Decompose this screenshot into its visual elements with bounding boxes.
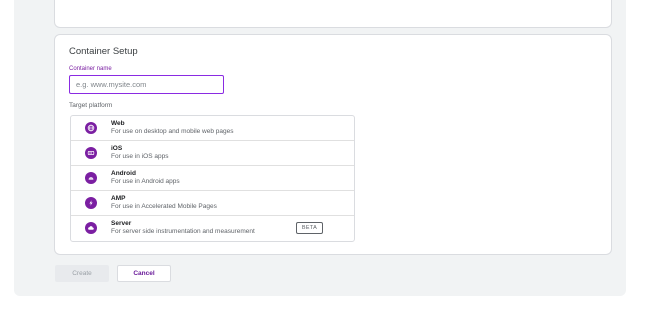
create-button[interactable]: Create — [55, 265, 109, 282]
globe-icon — [85, 122, 97, 134]
container-name-label: Container name — [69, 66, 112, 72]
platform-description: For use in iOS apps — [111, 153, 169, 160]
platform-name: Android — [111, 170, 136, 177]
container-setup-card: Container Setup Container name Target pl… — [54, 34, 612, 255]
amp-bolt-icon — [85, 197, 97, 209]
platform-description: For server side instrumentation and meas… — [111, 228, 255, 235]
platform-option-server[interactable]: Server For server side instrumentation a… — [71, 216, 354, 241]
platform-name: AMP — [111, 195, 126, 202]
previous-card — [54, 0, 612, 28]
platform-name: Server — [111, 220, 132, 227]
beta-badge: BETA — [296, 222, 323, 234]
platform-description: For use in Accelerated Mobile Pages — [111, 203, 217, 210]
platform-option-amp[interactable]: AMP For use in Accelerated Mobile Pages — [71, 191, 354, 216]
cancel-button[interactable]: Cancel — [117, 265, 171, 282]
android-icon — [85, 172, 97, 184]
platform-description: For use on desktop and mobile web pages — [111, 128, 234, 135]
platform-option-web[interactable]: Web For use on desktop and mobile web pa… — [71, 116, 354, 141]
platform-option-ios[interactable]: iOS For use in iOS apps — [71, 141, 354, 166]
platform-name: Web — [111, 120, 125, 127]
platform-list: Web For use on desktop and mobile web pa… — [70, 115, 355, 242]
platform-name: iOS — [111, 145, 123, 152]
container-name-input[interactable] — [69, 75, 224, 94]
target-platform-label: Target platform — [69, 102, 113, 109]
platform-option-android[interactable]: Android For use in Android apps — [71, 166, 354, 191]
ios-icon — [85, 147, 97, 159]
card-title: Container Setup — [69, 46, 138, 57]
cloud-icon — [85, 222, 97, 234]
platform-description: For use in Android apps — [111, 178, 180, 185]
